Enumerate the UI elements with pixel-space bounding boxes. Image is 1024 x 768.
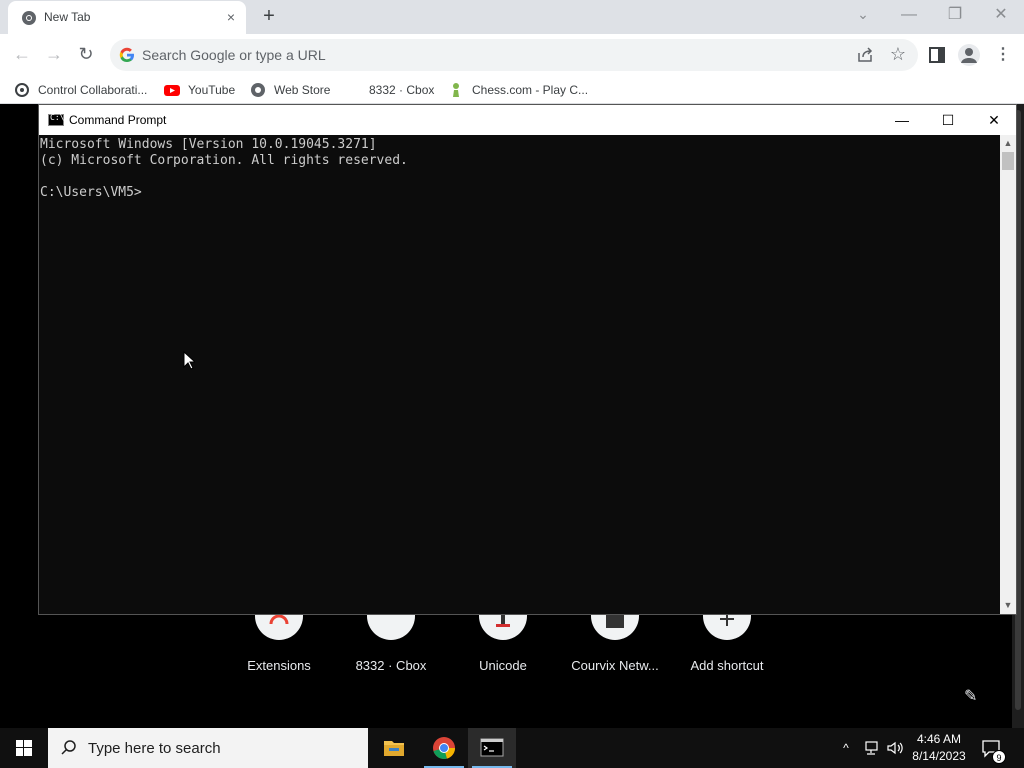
taskbar-command-prompt[interactable] <box>468 728 516 768</box>
bookmark-label: YouTube <box>188 83 236 97</box>
bookmark-control-collaboration[interactable]: Control Collaborati... <box>14 81 147 99</box>
cmd-close-button[interactable]: ✕ <box>971 105 1017 135</box>
shortcut-label: Courvix Netw... <box>571 658 659 673</box>
cmd-app-icon: C:\ <box>48 113 65 126</box>
browser-toolbar: ← → ↻ Search Google or type a URL ☆ ⋮ <box>0 34 1024 76</box>
scroll-up-arrow-icon[interactable]: ▲ <box>1000 135 1016 152</box>
terminal-icon <box>480 738 504 757</box>
bookmark-label: Web Store <box>274 83 331 97</box>
desktop-screen: New Tab × + ⌄ — ❐ ✕ ← → ↻ Search Google … <box>0 0 1024 768</box>
bookmark-web-store[interactable]: Web Store <box>250 81 330 99</box>
taskbar-chrome[interactable] <box>420 728 468 768</box>
bookmarks-bar: Control Collaborati... YouTube Web Store… <box>0 76 1024 104</box>
tab-strip: New Tab × + ⌄ — ❐ ✕ <box>0 0 1024 34</box>
mouse-cursor-icon <box>183 351 195 370</box>
window-close-button[interactable]: ✕ <box>978 2 1024 30</box>
clock-time: 4:46 AM <box>916 732 962 746</box>
profile-avatar[interactable] <box>958 44 980 66</box>
window-restore-button[interactable]: ❐ <box>932 2 978 30</box>
bookmark-star-icon[interactable]: ☆ <box>888 44 908 64</box>
tab-title: New Tab <box>44 10 91 24</box>
cmd-maximize-button[interactable]: ☐ <box>925 105 971 135</box>
console-prompt: C:\Users\VM5> <box>40 185 142 200</box>
search-placeholder: Type here to search <box>88 740 221 757</box>
chrome-icon <box>433 737 455 759</box>
tray-chevron-up-icon[interactable]: ^ <box>838 738 854 758</box>
cmd-icon-text: C:\ <box>50 113 65 122</box>
bookmark-label: Chess.com - Play C... <box>472 83 589 97</box>
new-tab-button[interactable]: + <box>258 6 280 28</box>
shortcut-label: Extensions <box>247 658 311 673</box>
bookmark-chess[interactable]: Chess.com - Play C... <box>448 81 588 99</box>
tab-close-icon[interactable]: × <box>223 9 239 25</box>
share-icon[interactable] <box>856 46 874 64</box>
network-icon[interactable] <box>862 739 880 757</box>
window-minimize-button[interactable]: — <box>886 2 932 30</box>
cmd-console[interactable]: Microsoft Windows [Version 10.0.19045.32… <box>39 135 1000 614</box>
bookmark-label: 8332 · Cbox <box>369 83 435 97</box>
google-g-icon <box>119 47 134 63</box>
shortcut-label: 8332 · Cbox <box>355 658 427 673</box>
omnibox[interactable]: Search Google or type a URL ☆ <box>110 39 918 71</box>
taskbar: Type here to search ^ 4:46 AM 8/14/2023 … <box>0 728 1024 768</box>
chrome-menu-button[interactable]: ⋮ <box>995 44 1011 66</box>
chess-icon <box>453 83 459 97</box>
reload-button[interactable]: ↻ <box>74 43 98 67</box>
control-icon <box>15 83 29 97</box>
chrome-icon <box>22 11 36 25</box>
cmd-scrollbar-thumb[interactable] <box>1002 152 1014 170</box>
taskbar-file-explorer[interactable] <box>370 728 418 768</box>
clock-date: 8/14/2023 <box>912 749 966 763</box>
person-icon <box>961 48 977 63</box>
back-button[interactable]: ← <box>10 43 34 67</box>
cmd-scrollbar[interactable]: ▲ ▼ <box>1000 135 1016 614</box>
start-button[interactable] <box>0 728 48 768</box>
shortcut-label: Unicode <box>479 658 527 673</box>
taskbar-clock[interactable]: 4:46 AM 8/14/2023 <box>906 731 972 765</box>
webstore-icon <box>251 83 265 97</box>
volume-icon[interactable] <box>886 739 904 757</box>
bookmark-cbox[interactable]: 8332 · Cbox <box>345 81 434 99</box>
omnibox-placeholder: Search Google or type a URL <box>142 47 326 63</box>
windows-logo-icon <box>16 740 32 756</box>
console-line: (c) Microsoft Corporation. All rights re… <box>40 153 408 168</box>
blank-icon <box>345 82 361 98</box>
youtube-icon <box>164 85 180 96</box>
shortcut-label: Add shortcut <box>690 658 764 673</box>
bookmark-label: Control Collaborati... <box>38 83 148 97</box>
search-icon <box>61 740 76 755</box>
tab-search-chevron-icon[interactable]: ⌄ <box>852 6 874 26</box>
customize-pencil-icon[interactable]: ✎ <box>964 686 984 706</box>
cmd-minimize-button[interactable]: — <box>879 105 925 135</box>
tab-new-tab[interactable]: New Tab × <box>8 1 246 34</box>
taskbar-search-box[interactable]: Type here to search <box>48 728 368 768</box>
notification-count-badge: 9 <box>992 750 1006 764</box>
folder-icon <box>384 741 404 756</box>
cmd-title: Command Prompt <box>69 113 167 127</box>
console-line: Microsoft Windows [Version 10.0.19045.32… <box>40 137 377 152</box>
side-panel-icon[interactable] <box>928 46 946 64</box>
scroll-down-arrow-icon[interactable]: ▼ <box>1000 597 1016 614</box>
bookmark-youtube[interactable]: YouTube <box>164 81 235 99</box>
forward-button[interactable]: → <box>42 43 66 67</box>
cmd-titlebar[interactable]: C:\ Command Prompt — ☐ ✕ <box>39 105 1016 135</box>
